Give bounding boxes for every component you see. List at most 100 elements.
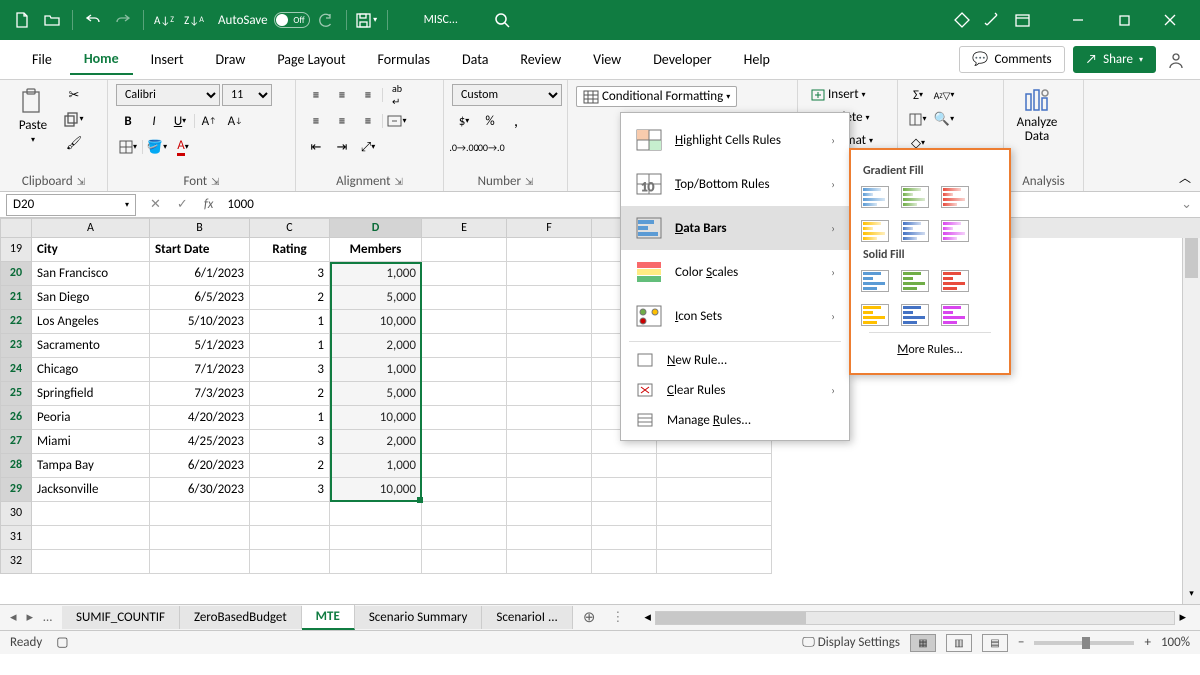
cell[interactable]: 10,000 bbox=[330, 406, 422, 430]
col-header-C[interactable]: C bbox=[250, 218, 330, 238]
horizontal-scrollbar[interactable]: ◂▸ bbox=[640, 610, 1190, 626]
font-color-icon[interactable]: A▾ bbox=[171, 136, 195, 158]
cell[interactable]: 1,000 bbox=[330, 454, 422, 478]
row-header[interactable]: 32 bbox=[0, 550, 32, 574]
cell[interactable] bbox=[592, 502, 657, 526]
cell[interactable]: 6/1/2023 bbox=[150, 262, 250, 286]
analyze-data-button[interactable]: Analyze Data bbox=[1012, 84, 1062, 149]
cut-icon[interactable]: ✂ bbox=[62, 84, 86, 106]
wand-icon[interactable] bbox=[978, 6, 1006, 34]
zoom-out-button[interactable]: − bbox=[1018, 635, 1024, 650]
cf-color-scales[interactable]: Color Scales› bbox=[621, 250, 849, 294]
name-box[interactable]: D20▾ bbox=[6, 194, 136, 216]
autosum-icon[interactable]: Σ▾ bbox=[906, 84, 930, 106]
sort-filter-icon[interactable]: AZ▽▾ bbox=[932, 84, 956, 106]
comments-button[interactable]: 💬Comments bbox=[959, 46, 1064, 73]
cell[interactable]: 1 bbox=[250, 310, 330, 334]
account-icon[interactable] bbox=[1164, 49, 1188, 71]
sheet-tab-0[interactable]: SUMIF_COUNTIF bbox=[62, 606, 180, 629]
indent-incr-icon[interactable]: ⇥ bbox=[330, 136, 354, 158]
col-header-E[interactable]: E bbox=[422, 218, 507, 238]
databar-swatch[interactable] bbox=[941, 186, 969, 208]
copy-icon[interactable]: ▾ bbox=[62, 108, 86, 130]
databar-swatch[interactable] bbox=[941, 270, 969, 292]
borders-icon[interactable]: ▾ bbox=[116, 136, 140, 158]
number-launcher[interactable]: ⇲ bbox=[525, 175, 533, 188]
insert-cells-button[interactable]: Insert▾ bbox=[806, 84, 878, 105]
spreadsheet-grid[interactable]: ABCDEFLM 19CityStart DateRatingMembers20… bbox=[0, 218, 1200, 604]
save-icon[interactable]: ▾ bbox=[353, 6, 381, 34]
zoom-level[interactable]: 100% bbox=[1161, 635, 1190, 650]
collapse-ribbon-icon[interactable]: ︿ bbox=[1174, 166, 1196, 189]
cell[interactable]: Start Date bbox=[150, 238, 250, 262]
cell[interactable] bbox=[330, 502, 422, 526]
diamond-icon[interactable] bbox=[948, 6, 976, 34]
col-header-A[interactable]: A bbox=[32, 218, 150, 238]
databar-swatch[interactable] bbox=[861, 270, 889, 292]
align-right-icon[interactable]: ≡ bbox=[356, 110, 380, 132]
format-painter-icon[interactable]: 🖌 bbox=[62, 132, 86, 154]
cell[interactable] bbox=[507, 478, 592, 502]
cell[interactable] bbox=[507, 454, 592, 478]
cell[interactable]: Tampa Bay bbox=[32, 454, 150, 478]
cell[interactable]: 3 bbox=[250, 358, 330, 382]
minimize-button[interactable] bbox=[1056, 6, 1100, 34]
cell[interactable] bbox=[422, 262, 507, 286]
cell[interactable] bbox=[330, 550, 422, 574]
cell[interactable] bbox=[507, 502, 592, 526]
cell[interactable]: San Francisco bbox=[32, 262, 150, 286]
more-rules-button[interactable]: More Rules... bbox=[861, 336, 999, 363]
databar-swatch[interactable] bbox=[941, 220, 969, 242]
incr-decimal-icon[interactable]: .0→.00 bbox=[452, 136, 476, 158]
cell[interactable]: 2 bbox=[250, 286, 330, 310]
cell[interactable]: 10,000 bbox=[330, 310, 422, 334]
fill-icon[interactable]: ▾ bbox=[906, 108, 930, 130]
cell[interactable]: 3 bbox=[250, 430, 330, 454]
vertical-scrollbar[interactable]: ▴ ▾ bbox=[1182, 238, 1200, 604]
wrap-text-icon[interactable]: ab↵ bbox=[385, 84, 409, 106]
expand-fbar-icon[interactable]: ⌄ bbox=[1173, 197, 1200, 212]
cell[interactable]: 5/1/2023 bbox=[150, 334, 250, 358]
display-settings-button[interactable]: 🖵 Display Settings bbox=[802, 635, 900, 650]
cell[interactable]: 1 bbox=[250, 406, 330, 430]
zoom-in-button[interactable]: + bbox=[1144, 635, 1150, 650]
cell[interactable]: Members bbox=[330, 238, 422, 262]
cell[interactable] bbox=[422, 478, 507, 502]
align-top-icon[interactable]: ≡ bbox=[304, 84, 328, 106]
refresh-icon[interactable] bbox=[312, 6, 340, 34]
cf-manage-rules[interactable]: Manage Rules... bbox=[621, 405, 849, 435]
databar-swatch[interactable] bbox=[901, 186, 929, 208]
orientation-icon[interactable]: ⤢▾ bbox=[356, 136, 380, 158]
search-icon[interactable] bbox=[488, 6, 516, 34]
cell[interactable] bbox=[422, 406, 507, 430]
tab-draw[interactable]: Draw bbox=[202, 45, 260, 74]
databar-swatch[interactable] bbox=[901, 220, 929, 242]
cf-top-bottom[interactable]: 10 Top/Bottom Rules› bbox=[621, 162, 849, 206]
redo-icon[interactable] bbox=[109, 6, 137, 34]
fill-color-icon[interactable]: 🪣▾ bbox=[145, 136, 169, 158]
row-header[interactable]: 27 bbox=[0, 430, 32, 454]
cf-highlight-cells[interactable]: Highlight Cells Rules› bbox=[621, 118, 849, 162]
row-header[interactable]: 28 bbox=[0, 454, 32, 478]
view-page-break-icon[interactable]: ▤ bbox=[982, 634, 1008, 652]
databar-swatch[interactable] bbox=[901, 304, 929, 326]
cell[interactable]: Sacramento bbox=[32, 334, 150, 358]
cell[interactable] bbox=[422, 502, 507, 526]
cell[interactable] bbox=[507, 550, 592, 574]
row-header[interactable]: 22 bbox=[0, 310, 32, 334]
cell[interactable] bbox=[422, 358, 507, 382]
cell[interactable] bbox=[657, 550, 772, 574]
tab-home[interactable]: Home bbox=[70, 44, 133, 75]
sheet-nav-more[interactable]: … bbox=[39, 608, 56, 627]
conditional-formatting-button[interactable]: Conditional Formatting▾ bbox=[576, 86, 737, 107]
autosave-toggle[interactable]: AutoSave Off bbox=[218, 12, 310, 28]
cell[interactable] bbox=[657, 502, 772, 526]
paste-button[interactable]: Paste▾ bbox=[8, 84, 58, 149]
view-normal-icon[interactable]: ▦ bbox=[910, 634, 936, 652]
cell[interactable]: 5/10/2023 bbox=[150, 310, 250, 334]
row-header[interactable]: 23 bbox=[0, 334, 32, 358]
cell[interactable] bbox=[657, 526, 772, 550]
cell[interactable] bbox=[422, 430, 507, 454]
tab-review[interactable]: Review bbox=[506, 45, 575, 74]
cell[interactable] bbox=[422, 310, 507, 334]
